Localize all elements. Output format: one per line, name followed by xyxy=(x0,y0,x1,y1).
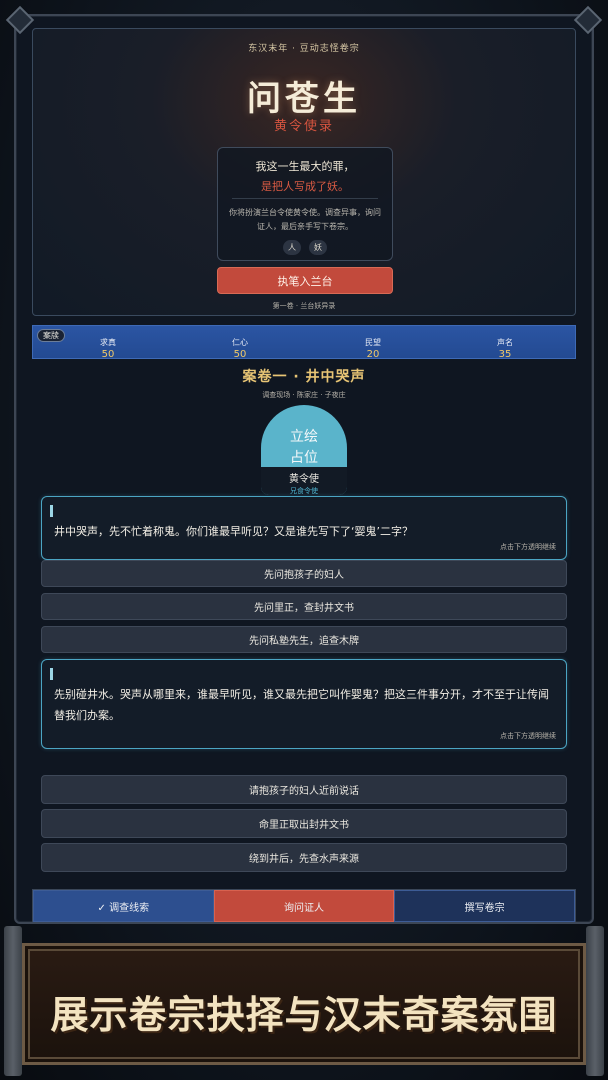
stat-truth: 求真 50 xyxy=(78,337,138,360)
stat-value: 20 xyxy=(366,349,380,360)
intro-description: 你将扮演兰台令使黄令使。调查异事，询问证人，最后亲手写下卷宗。 xyxy=(229,208,381,231)
dialogue-box[interactable]: 井中哭声，先不忙着称鬼。你们谁最早听见？又是谁先写下了‘婴鬼’二字？ 点击下方透… xyxy=(41,496,567,560)
placeholder-line: 占位 xyxy=(290,450,318,466)
tab-question-witnesses[interactable]: 询问证人 xyxy=(213,890,395,922)
continue-hint: 点击下方透明继续 xyxy=(500,543,556,551)
character-nameplate: 黄令使 兄食令使 xyxy=(261,467,347,495)
tag-group: 人 妖 xyxy=(218,240,392,255)
stat-label: 民望 xyxy=(365,338,381,347)
bottom-tab-bar: ✓ 调查线索 询问证人 撰写卷宗 xyxy=(32,889,576,923)
tab-write-dossier[interactable]: 撰写卷宗 xyxy=(394,890,576,922)
character-status: 兄食令使 xyxy=(290,487,318,495)
dialogue-text: 井中哭声，先不忙着称鬼。你们谁最早听见？又是谁先写下了‘婴鬼’二字？ xyxy=(54,525,413,538)
character-name: 黄令使 xyxy=(289,474,319,485)
choice-option[interactable]: 先问私塾先生，追查木牌 xyxy=(41,626,567,653)
character-portrait: 立绘 占位 黄令使 兄食令使 xyxy=(261,405,347,495)
case-title: 案卷一 · 井中哭声 xyxy=(242,369,366,385)
choice-option[interactable]: 请抱孩子的妇人近前说话 xyxy=(41,775,567,804)
choice-option[interactable]: 先问抱孩子的妇人 xyxy=(41,560,567,587)
case-file-badge[interactable]: 案牍 xyxy=(37,329,65,342)
stat-label: 仁心 xyxy=(232,338,248,347)
speaker-marker xyxy=(50,505,53,517)
stat-label: 求真 xyxy=(100,338,116,347)
choice-option[interactable]: 绕到井后，先查水声来源 xyxy=(41,843,567,872)
volume-label: 第一卷 · 兰台妖异录 xyxy=(272,302,336,310)
stats-bar: 案牍 求真 50 仁心 50 民望 20 声名 35 xyxy=(32,325,576,360)
dialogue-text: 先别碰井水。哭声从哪里来，谁最早听见，谁又最先把它叫作婴鬼？把这三件事分开，才不… xyxy=(54,688,549,722)
stat-value: 35 xyxy=(498,349,512,360)
quote-highlight: 是把人写成了妖。 xyxy=(261,180,349,193)
tag-human: 人 xyxy=(283,240,301,255)
stat-benevolence: 仁心 50 xyxy=(210,337,270,360)
stat-value: 50 xyxy=(101,349,115,360)
promo-banner-text: 展示卷宗抉择与汉末奇案氛围 xyxy=(50,992,558,1037)
choice-option[interactable]: 命里正取出封井文书 xyxy=(41,809,567,838)
dialogue-box[interactable]: 先别碰井水。哭声从哪里来，谁最早听见，谁又最先把它叫作婴鬼？把这三件事分开，才不… xyxy=(41,659,567,749)
speaker-marker xyxy=(50,668,53,680)
promo-banner: 展示卷宗抉择与汉末奇案氛围 xyxy=(22,943,586,1065)
tab-investigate-clues[interactable]: ✓ 调查线索 xyxy=(33,890,214,922)
start-button[interactable]: 执笔入兰台 xyxy=(217,267,393,294)
stat-fame: 声名 35 xyxy=(475,337,535,360)
continue-hint: 点击下方透明继续 xyxy=(500,732,556,740)
quote-line: 我这一生最大的罪， xyxy=(255,160,355,173)
divider xyxy=(232,198,378,199)
stat-reputation: 民望 20 xyxy=(343,337,403,360)
game-subtitle: 黄令使录 xyxy=(273,119,334,134)
stat-label: 声名 xyxy=(497,338,513,347)
stone-pillar xyxy=(586,926,604,1076)
intro-quote-card: 我这一生最大的罪， 是把人写成了妖。 你将扮演兰台令使黄令使。调查异事，询问证人… xyxy=(217,147,393,261)
tag-demon: 妖 xyxy=(309,240,327,255)
case-meta: 调查现场 · 陈家庄 · 子夜庄 xyxy=(262,391,346,399)
choice-option[interactable]: 先问里正，查封井文书 xyxy=(41,593,567,620)
stone-pillar xyxy=(4,926,22,1076)
portrait-placeholder: 立绘 占位 xyxy=(261,427,347,469)
placeholder-line: 立绘 xyxy=(290,429,318,445)
stat-value: 50 xyxy=(233,349,247,360)
title-panel: 东汉末年 · 豆动志怪卷宗 问苍生 黄令使录 我这一生最大的罪， 是把人写成了妖… xyxy=(32,28,576,316)
game-title: 问苍生 xyxy=(247,79,361,119)
dynasty-line: 东汉末年 · 豆动志怪卷宗 xyxy=(248,44,360,54)
